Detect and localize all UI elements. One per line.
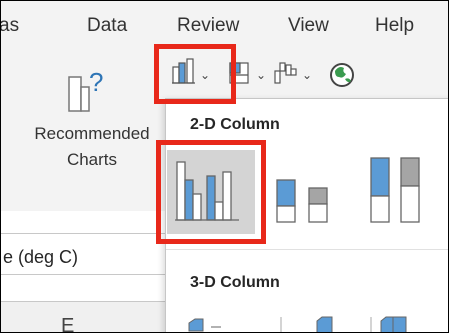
recommended-charts-label-1: Recommended	[34, 124, 150, 143]
excel-window: as Data Review View Help ? Recommended C…	[0, 0, 449, 333]
highlight-clustered-option	[156, 140, 266, 244]
cell-header-text[interactable]: e (deg C)	[3, 247, 78, 268]
section-2d-column-heading: 2-D Column	[190, 116, 280, 133]
stacked-column-icon	[276, 179, 328, 223]
tab-formulas[interactable]: as	[1, 15, 19, 37]
percent-stacked-column-icon	[370, 157, 420, 223]
tab-data[interactable]: Data	[87, 15, 127, 37]
3d-column-options[interactable]	[181, 313, 441, 333]
column-header	[1, 301, 167, 332]
recommended-charts-button[interactable]: Recommended Charts	[23, 121, 161, 173]
tab-help[interactable]: Help	[375, 15, 414, 37]
section-3d-column-heading: 3-D Column	[190, 274, 280, 291]
highlight-column-button	[154, 44, 236, 104]
chevron-down-icon[interactable]: ⌄	[256, 68, 266, 82]
chevron-down-icon[interactable]: ⌄	[302, 68, 312, 82]
map-chart-icon[interactable]	[327, 53, 357, 91]
waterfall-chart-icon[interactable]	[273, 53, 299, 91]
stacked-column-option[interactable]	[267, 150, 355, 234]
recommended-charts-icon[interactable]: ?	[67, 63, 107, 113]
svg-text:?: ?	[89, 67, 103, 97]
tab-review[interactable]: Review	[177, 15, 239, 37]
column-letter[interactable]: E	[61, 315, 74, 332]
percent-stacked-column-option[interactable]	[361, 150, 448, 234]
tab-view[interactable]: View	[288, 15, 329, 37]
section-divider	[166, 249, 448, 250]
recommended-charts-label-2: Charts	[66, 150, 118, 169]
